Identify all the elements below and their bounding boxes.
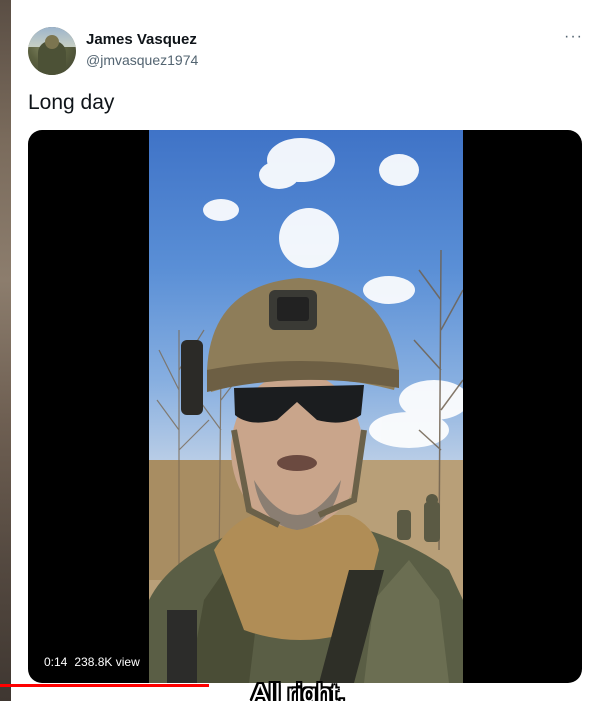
video-meta: 0:14 238.8K view xyxy=(44,655,147,669)
video-subtitle: All right. xyxy=(251,678,346,701)
screen: James Vasquez @jmvasquez1974 ··· Long da… xyxy=(0,0,597,701)
video-player[interactable]: 0:14 238.8K view xyxy=(28,130,582,683)
author-handle[interactable]: @jmvasquez1974 xyxy=(86,52,198,68)
video-views: 238.8K view xyxy=(74,655,140,669)
video-scene xyxy=(149,138,463,683)
tweet-text: Long day xyxy=(28,91,115,114)
more-options-icon[interactable]: ··· xyxy=(564,29,584,45)
author-avatar[interactable] xyxy=(28,27,76,75)
background-video-strip xyxy=(0,0,11,701)
tweet-card[interactable]: James Vasquez @jmvasquez1974 ··· Long da… xyxy=(11,0,597,701)
video-frame[interactable] xyxy=(149,130,463,683)
author-name[interactable]: James Vasquez xyxy=(86,31,197,48)
video-elapsed: 0:14 xyxy=(44,655,68,669)
